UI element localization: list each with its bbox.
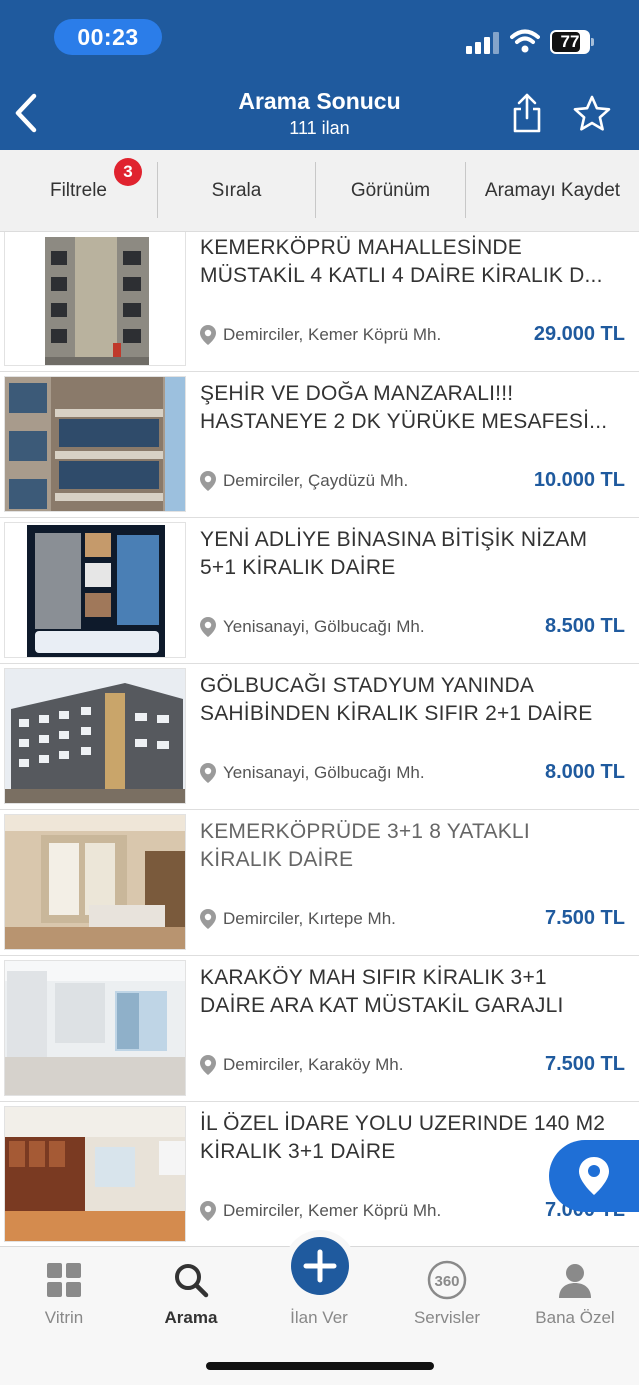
filter-count-badge: 3 (114, 158, 142, 186)
search-icon (175, 1264, 209, 1298)
listing-price: 7.500 TL (544, 907, 625, 929)
action-toolbar: Filtrele Sırala Görünüm Aramayı Kaydet (0, 150, 639, 232)
listing-price: 8.000 TL (544, 761, 625, 783)
listing-list[interactable]: KEMERKÖPRÜ MAHALLESİNDE MÜSTAKİL 4 KATLI… (0, 232, 639, 1246)
grid-icon (47, 1263, 81, 1297)
star-icon[interactable] (572, 94, 612, 134)
nav-personal[interactable]: Bana Özel (520, 1258, 630, 1338)
location-pin-icon (200, 1055, 216, 1075)
listing-item[interactable]: KEMERKÖPRÜDE 3+1 8 YATAKLI KİRALIK DAİRE… (0, 810, 639, 956)
battery-indicator: 77 (550, 30, 594, 54)
listing-item[interactable]: GÖLBUCAĞI STADYUM YANINDA SAHİBİNDEN KİR… (0, 664, 639, 810)
listing-photo (4, 814, 186, 950)
listing-photo (4, 1106, 186, 1242)
services-icon-text: 360 (434, 1273, 459, 1290)
listing-title[interactable]: GÖLBUCAĞI STADYUM YANINDA SAHİBİNDEN KİR… (200, 672, 630, 728)
location-pin-icon (200, 325, 216, 345)
map-view-button[interactable] (549, 1140, 639, 1212)
nav-label: Arama (164, 1308, 218, 1327)
home-indicator (206, 1362, 434, 1370)
listing-location: Demirciler, Kemer Köprü Mh. (223, 1201, 442, 1220)
save-search-button[interactable]: Aramayı Kaydet (466, 150, 639, 232)
nav-label: İlan Ver (290, 1308, 348, 1327)
nav-label: Vitrin (44, 1308, 84, 1327)
view-button[interactable]: Görünüm (316, 150, 465, 232)
listing-photo (4, 376, 186, 512)
listing-location: Demirciler, Çaydüzü Mh. (223, 471, 409, 490)
page-title: Arama Sonucu (238, 88, 401, 114)
battery-level-text: 77 (560, 32, 580, 51)
listing-photo (4, 960, 186, 1096)
listing-location: Demirciler, Karaköy Mh. (223, 1055, 404, 1074)
listing-photo (4, 668, 186, 804)
person-icon (559, 1264, 591, 1298)
listing-photo (4, 232, 186, 366)
listing-price: 8.500 TL (544, 615, 625, 637)
listing-title[interactable]: KARAKÖY MAH SIFIR KİRALIK 3+1 DAİRE ARA … (200, 964, 630, 1020)
share-icon[interactable] (510, 92, 544, 134)
result-count: 111 ilan (289, 118, 350, 138)
location-pin-icon (200, 909, 216, 929)
listing-title[interactable]: YENİ ADLİYE BİNASINA BİTİŞİK NİZAM 5+1 K… (200, 526, 630, 582)
location-pin-icon (200, 763, 216, 783)
listing-item[interactable]: ŞEHİR VE DOĞA MANZARALI!!! HASTANEYE 2 D… (0, 372, 639, 518)
360-icon: 360 (427, 1260, 467, 1300)
nav-label: Servisler (413, 1308, 481, 1327)
listing-price: 10.000 TL (533, 469, 625, 491)
status-time: 00:23 (54, 19, 162, 55)
back-button[interactable] (8, 90, 48, 136)
listing-price: 7.500 TL (544, 1053, 625, 1075)
nav-label: Bana Özel (535, 1308, 615, 1327)
location-pin-icon (200, 471, 216, 491)
wifi-icon (510, 29, 540, 53)
listing-location: Yenisanayi, Gölbucağı Mh. (223, 763, 425, 782)
top-header: 00:23 77 Arama Sonucu 111 ilan (0, 0, 639, 150)
listing-item[interactable]: YENİ ADLİYE BİNASINA BİTİŞİK NİZAM 5+1 K… (0, 518, 639, 664)
listing-item[interactable]: KEMERKÖPRÜ MAHALLESİNDE MÜSTAKİL 4 KATLI… (0, 232, 639, 372)
nav-services[interactable]: 360 Servisler (392, 1258, 502, 1338)
map-pin-icon (579, 1157, 609, 1195)
listing-price: 29.000 TL (533, 323, 625, 345)
nav-showcase[interactable]: Vitrin (9, 1258, 119, 1338)
location-pin-icon (200, 617, 216, 637)
listing-item[interactable]: İL ÖZEL İDARE YOLU UZERINDE 140 M2 KİRAL… (0, 1102, 639, 1246)
nav-post-ad[interactable]: İlan Ver (264, 1258, 374, 1338)
sort-button[interactable]: Sırala (158, 150, 315, 232)
listing-location: Demirciler, Kırtepe Mh. (223, 909, 396, 928)
listing-title[interactable]: KEMERKÖPRÜ MAHALLESİNDE MÜSTAKİL 4 KATLI… (200, 234, 630, 290)
listing-item[interactable]: KARAKÖY MAH SIFIR KİRALIK 3+1 DAİRE ARA … (0, 956, 639, 1102)
listing-photo (4, 522, 186, 658)
listing-location: Demirciler, Kemer Köprü Mh. (223, 325, 442, 344)
listing-location: Yenisanayi, Gölbucağı Mh. (223, 617, 425, 636)
nav-search[interactable]: Arama (136, 1258, 246, 1338)
location-pin-icon (200, 1201, 216, 1221)
listing-title[interactable]: ŞEHİR VE DOĞA MANZARALI!!! HASTANEYE 2 D… (200, 380, 630, 436)
cellular-signal-icon (466, 32, 500, 54)
listing-title[interactable]: KEMERKÖPRÜDE 3+1 8 YATAKLI KİRALIK DAİRE (200, 818, 630, 874)
